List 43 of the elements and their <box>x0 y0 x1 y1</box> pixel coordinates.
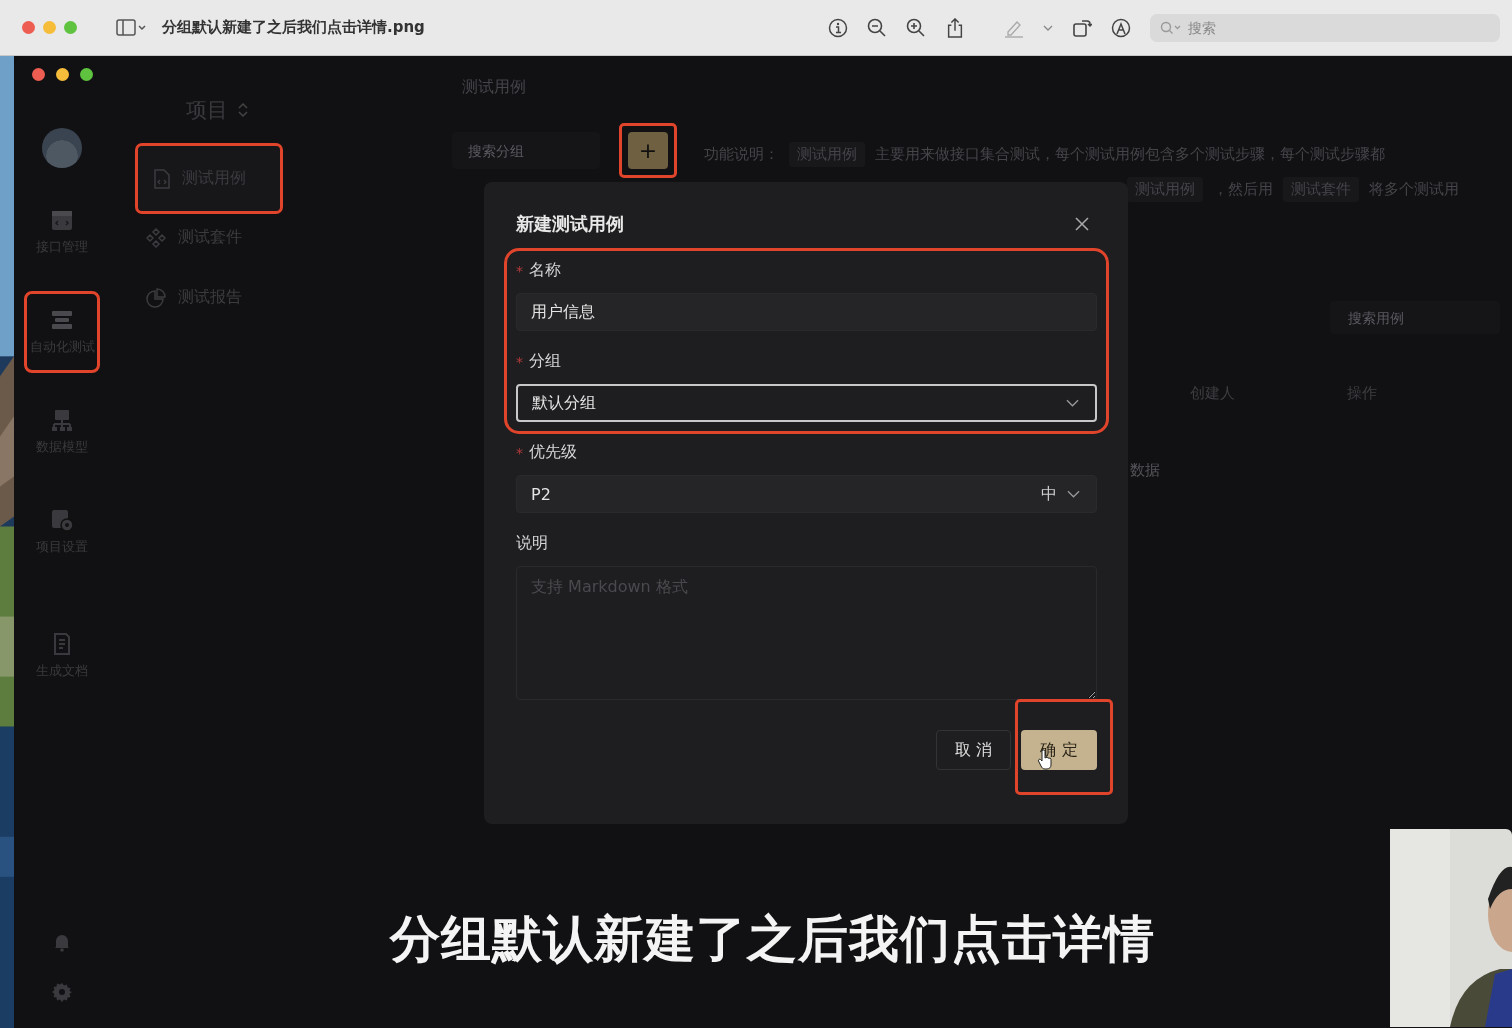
empty-text: 数据 <box>1130 461 1161 480</box>
file-icon <box>152 168 172 189</box>
cancel-button[interactable]: 取 消 <box>936 730 1011 770</box>
minimize-button[interactable] <box>55 68 69 81</box>
share-icon[interactable] <box>945 17 965 38</box>
field-label: 名称 <box>529 260 561 281</box>
search-field[interactable]: 搜索分组 <box>452 132 600 169</box>
field-label: 说明 <box>516 533 548 554</box>
dropdown[interactable]: P2 中 <box>516 475 1097 513</box>
search-field[interactable]: 搜索 <box>1150 13 1500 42</box>
required-mark: * <box>516 353 523 370</box>
chevron-down-icon <box>1066 399 1079 407</box>
dialog-title: 新建测试用例 <box>516 212 624 236</box>
diamonds-icon <box>146 227 166 248</box>
field-label: 优先级 <box>529 442 577 463</box>
zoom-in-icon[interactable] <box>906 17 926 38</box>
add-button[interactable]: + <box>628 132 668 169</box>
search-icon <box>1160 20 1182 35</box>
text-field[interactable]: 用户信息 <box>516 293 1097 331</box>
chevron-down-icon <box>1067 490 1080 498</box>
zoom-out-icon[interactable] <box>867 17 887 38</box>
zoom-button[interactable] <box>79 68 93 81</box>
priority-text: 中 <box>1041 483 1057 505</box>
sidebar-toggle-icon[interactable] <box>113 18 149 37</box>
pie-chart-icon <box>146 287 166 308</box>
calendar-icon <box>50 208 74 232</box>
markup-icon[interactable] <box>1111 17 1131 38</box>
close-button[interactable] <box>31 68 45 81</box>
required-mark: * <box>516 444 523 461</box>
close-button[interactable] <box>22 21 35 34</box>
required-mark: * <box>516 262 523 279</box>
chevron-down-icon[interactable] <box>1043 24 1053 31</box>
subtitle: 分组默认新建了之后我们点击详情 <box>390 909 1155 970</box>
rotate-icon[interactable] <box>1072 17 1092 38</box>
avatar[interactable] <box>42 128 82 168</box>
window-title: 分组默认新建了之后我们点击详情.png <box>162 18 425 37</box>
close-icon[interactable] <box>1075 217 1089 231</box>
sitemap-icon <box>50 408 74 432</box>
info-icon[interactable] <box>828 17 848 38</box>
stack-icon <box>50 308 74 332</box>
field-label: 分组 <box>529 351 561 372</box>
dropdown[interactable]: 默认分组 <box>516 384 1097 422</box>
search-field[interactable]: 搜索用例 <box>1330 301 1500 334</box>
